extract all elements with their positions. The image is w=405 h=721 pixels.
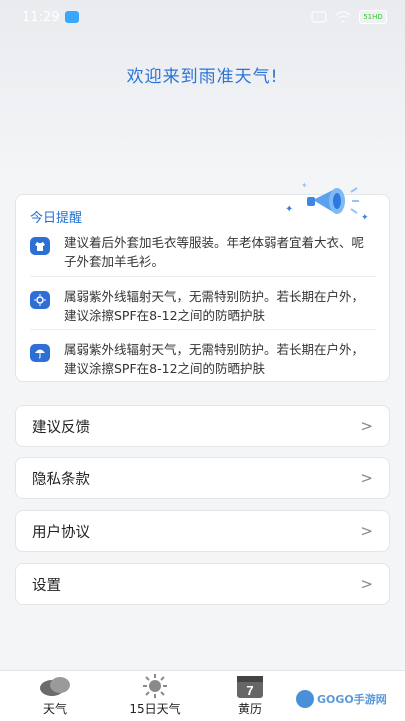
tip-item-uv: 属弱紫外线辐射天气，无需特别防护。若长期在户外，建议涂擦SPF在8-12之间的防… (30, 287, 376, 325)
sun-icon (141, 672, 169, 700)
app-notification-icon (65, 11, 80, 23)
sun-icon (30, 291, 50, 309)
site-watermark: GOGO手游网 (296, 690, 387, 708)
tip-text: 属弱紫外线辐射天气，无需特别防护。若长期在户外，建议涂擦SPF在8-12之间的防… (64, 289, 365, 323)
tip-text: 属弱紫外线辐射天气，无需特别防护。若长期在户外，建议涂擦SPF在8-12之间的防… (64, 342, 365, 376)
tip-text: 建议着后外套加毛衣等服装。年老体弱者宜着大衣、呢子外套加羊毛衫。 (64, 235, 365, 269)
tab-15-day[interactable]: 15日天气 (110, 671, 200, 721)
status-bar: 11:29 51HD (0, 0, 405, 34)
calendar-day: 7 (246, 683, 253, 698)
chevron-right-icon: > (360, 417, 373, 435)
tab-weather[interactable]: 天气 (0, 671, 110, 721)
tip-item-clothing: 建议着后外套加毛衣等服装。年老体弱者宜着大衣、呢子外套加羊毛衫。 (30, 233, 376, 271)
tab-label: 天气 (42, 702, 67, 716)
shirt-icon (30, 237, 50, 255)
tab-label: 15日天气 (129, 702, 181, 716)
menu-item-privacy[interactable]: 隐私条款 > (15, 457, 390, 499)
menu-item-user-agreement[interactable]: 用户协议 > (15, 510, 390, 552)
calendar-icon: 7 (235, 672, 265, 700)
sim-icon (311, 11, 327, 23)
umbrella-icon (30, 344, 50, 362)
svg-text:✦: ✦ (285, 204, 293, 215)
menu-label: 建议反馈 (32, 419, 90, 436)
tab-almanac[interactable]: 7 黄历 (200, 671, 300, 721)
menu-label: 隐私条款 (32, 471, 90, 488)
today-reminder-card: 今日提醒 建议着后外套加毛衣等服装。年老体弱者宜着大衣、呢子外套加羊毛衫。 属弱… (15, 194, 390, 382)
tab-label: 黄历 (237, 702, 262, 716)
chevron-right-icon: > (360, 522, 373, 540)
status-time: 11:29 (22, 9, 60, 25)
chevron-right-icon: > (360, 575, 373, 593)
welcome-title: 欢迎来到雨准天气! (126, 67, 279, 87)
menu-item-settings[interactable]: 设置 > (15, 563, 390, 605)
menu-label: 设置 (32, 577, 61, 594)
watermark-logo-icon (296, 690, 314, 708)
chevron-right-icon: > (360, 469, 373, 487)
megaphone-icon: ✦ ✦ ✦ (285, 181, 369, 222)
menu-item-feedback[interactable]: 建议反馈 > (15, 405, 390, 447)
divider (30, 276, 376, 277)
divider (30, 329, 376, 330)
cloud-icon (38, 672, 72, 700)
watermark-text: GOGO手游网 (317, 693, 387, 706)
wifi-icon (335, 11, 351, 23)
battery-icon: 51HD (359, 10, 387, 24)
menu-label: 用户协议 (32, 524, 90, 541)
battery-label: 51HD (363, 13, 383, 21)
svg-text:✦: ✦ (301, 181, 308, 190)
svg-text:✦: ✦ (361, 213, 369, 222)
tip-item-umbrella: 属弱紫外线辐射天气，无需特别防护。若长期在户外，建议涂擦SPF在8-12之间的防… (30, 340, 376, 378)
reminder-title: 今日提醒 (30, 211, 83, 226)
